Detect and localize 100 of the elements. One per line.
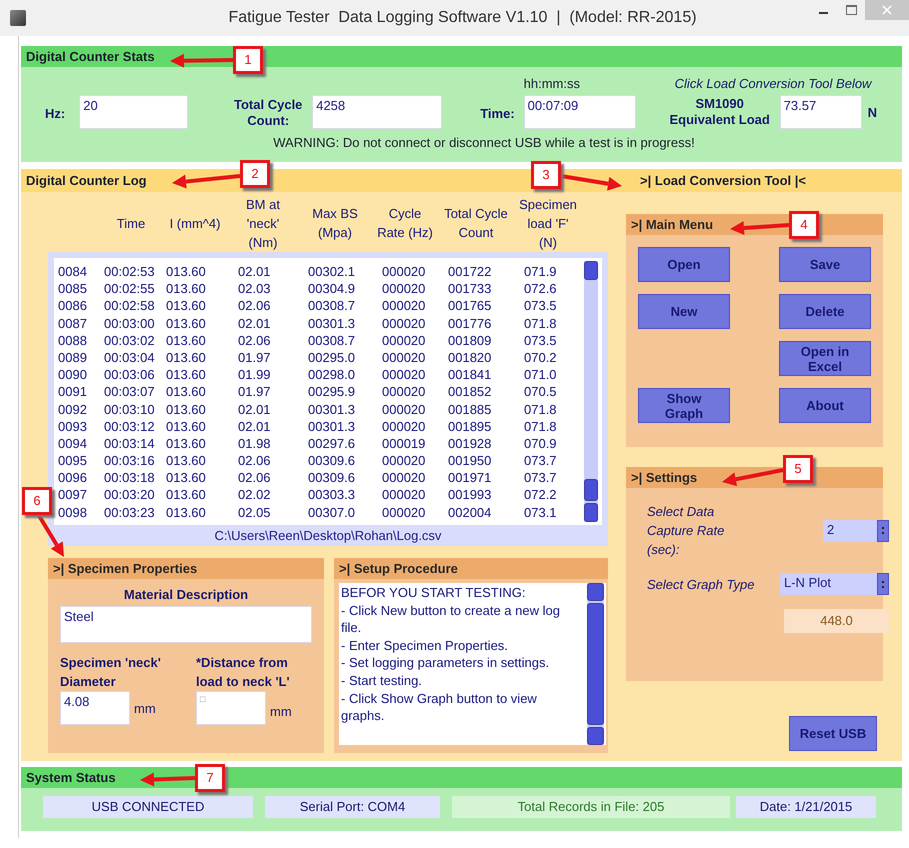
table-cell-text: 013.60 [165, 332, 207, 349]
menu-button[interactable]: Open [638, 247, 730, 282]
unit-label: mm [134, 700, 156, 716]
field-label: Select Data Capture Rate (sec): [647, 503, 726, 559]
load-field[interactable]: 73.57 [780, 95, 862, 129]
field-hint: hh:mm:ss [524, 76, 581, 91]
table-cell-text: 00:03:18 [103, 469, 156, 486]
table-cell-text: 02.01 [237, 263, 272, 280]
column-header: Specimen load 'F' (N) [518, 196, 578, 252]
column-header: Total Cycle Count [443, 205, 509, 242]
procedure-line: - Click New button to create a new log file. [341, 602, 561, 637]
field-label: Select Graph Type [647, 576, 756, 594]
dropdown-button[interactable] [877, 573, 889, 595]
procedure-text-area[interactable]: BEFOR YOU START TESTING: - Click New button to create a new log file. - Enter Specimen Properties. - Set logging parameters in settings. - Start testing. - Click Show Graph button to view graphs. [339, 583, 606, 745]
table-cell-text: 071.0 [523, 366, 558, 384]
table-cell-text: 00:03:10 [103, 400, 156, 418]
unit-label: mm [270, 704, 292, 718]
table-cell-text: 0095 [57, 452, 88, 470]
table-cell-text: 0090 [57, 366, 88, 384]
table-cell-text: 00301.3 [307, 314, 356, 332]
table-cell-text: 001820 [447, 348, 492, 366]
table-cell-text: 001928 [447, 434, 492, 452]
menu-button[interactable]: Delete [779, 294, 871, 329]
callout-arrow [140, 772, 196, 786]
table-cell-text: 01.99 [237, 366, 272, 384]
callout-badge: 6 [22, 487, 52, 515]
material-field[interactable]: Steel [60, 606, 312, 643]
panel-header: >| Specimen Properties [48, 558, 324, 579]
table-cell-text: 001765 [447, 297, 492, 315]
table-cell-text: 00:02:55 [103, 280, 156, 298]
spin-button[interactable] [877, 520, 889, 542]
column-header: BM at 'neck' (Nm) [245, 196, 281, 252]
table-cell-text: 013.60 [165, 504, 207, 521]
graph-type-dropdown[interactable]: L-N Plot [780, 573, 877, 595]
time-field[interactable]: 00:07:09 [524, 95, 636, 129]
table-cell-text: 013.60 [165, 348, 207, 366]
table-cell-text: 073.5 [523, 297, 558, 315]
section-header: Digital Counter Log [25, 173, 147, 188]
table-cell-text: 0098 [57, 504, 88, 521]
table-cell-text: 071.8 [523, 400, 558, 418]
procedure-line: - Start testing. [341, 672, 423, 690]
menu-button[interactable]: Open in Excel [779, 341, 871, 376]
table-cell-text: 00309.6 [307, 452, 356, 470]
table-cell-text: 00307.0 [307, 504, 356, 521]
menu-button[interactable]: Show Graph [638, 388, 730, 423]
table-cell-text: 0086 [57, 297, 88, 315]
table-cell-text: 072.2 [523, 486, 558, 504]
table-cell-text: 013.60 [165, 418, 207, 435]
diameter-field[interactable]: 4.08 [60, 691, 130, 725]
table-cell-text: 01.97 [237, 348, 272, 366]
table-cell-text: 000020 [381, 469, 426, 486]
table-cell-text: 00:03:00 [103, 314, 156, 332]
table-cell-text: 013.60 [165, 486, 207, 504]
table-cell-text: 00:03:14 [103, 434, 156, 452]
table-cell-text: 02.01 [237, 400, 272, 418]
callout-arrow [560, 174, 622, 191]
field-label: Total Cycle Count: [233, 97, 304, 129]
table-cell-text: 00:02:58 [103, 297, 156, 315]
procedure-line: - Enter Specimen Properties. [341, 636, 509, 654]
table-cell-text: 000020 [381, 314, 426, 332]
table-cell-text: 01.97 [237, 383, 272, 401]
table-cell-text: 013.60 [165, 434, 207, 452]
menu-button[interactable]: Save [779, 247, 871, 282]
close-icon [882, 5, 892, 15]
scrollbar[interactable] [584, 261, 598, 522]
table-cell-text: 00303.3 [307, 486, 356, 504]
table-cell-text: 000020 [381, 504, 426, 521]
reset-usb-button[interactable]: Reset USB [789, 716, 877, 751]
table-cell-text: 071.8 [523, 314, 558, 332]
table-cell-text: 072.6 [523, 280, 558, 298]
status-field: Total Records in File: 205 [452, 796, 730, 818]
column-header: I (mm^4) [168, 214, 222, 232]
procedure-line: - Click Show Graph button to view graphs. [341, 690, 538, 725]
minimize-icon [818, 12, 828, 14]
table-cell-text: 071.8 [523, 418, 558, 435]
callout-badge: 4 [789, 211, 819, 239]
scrollbar[interactable] [587, 583, 604, 745]
table-cell-text: 0084 [57, 263, 88, 280]
app-icon [10, 10, 26, 26]
maximize-icon [846, 5, 856, 15]
table-cell-text: 0093 [57, 418, 88, 435]
cycle-count-field[interactable]: 4258 [312, 95, 442, 129]
table-cell-text: 00:03:04 [103, 348, 156, 366]
field-label: Time: [480, 106, 515, 121]
field-label: Material Description [122, 586, 250, 604]
callout-badge: 3 [531, 161, 561, 189]
callout-arrow [722, 468, 784, 486]
capture-rate-field[interactable]: 2 [823, 520, 877, 542]
table-cell-text: 0088 [57, 332, 88, 349]
table-cell-text: 000020 [381, 418, 426, 435]
table-cell-text: 00:03:12 [103, 418, 156, 435]
table-cell-text: 00298.0 [307, 366, 356, 384]
table-cell-text: 00301.3 [307, 418, 356, 435]
menu-button[interactable]: About [779, 388, 871, 423]
callout-badge: 5 [783, 455, 813, 483]
hz-field[interactable]: 20 [79, 95, 188, 129]
table-cell-text: 000020 [381, 366, 426, 384]
load-conversion-tool-link[interactable]: >| Load Conversion Tool |< [640, 173, 806, 188]
table-cell-text: 073.5 [523, 332, 558, 349]
menu-button[interactable]: New [638, 294, 730, 329]
